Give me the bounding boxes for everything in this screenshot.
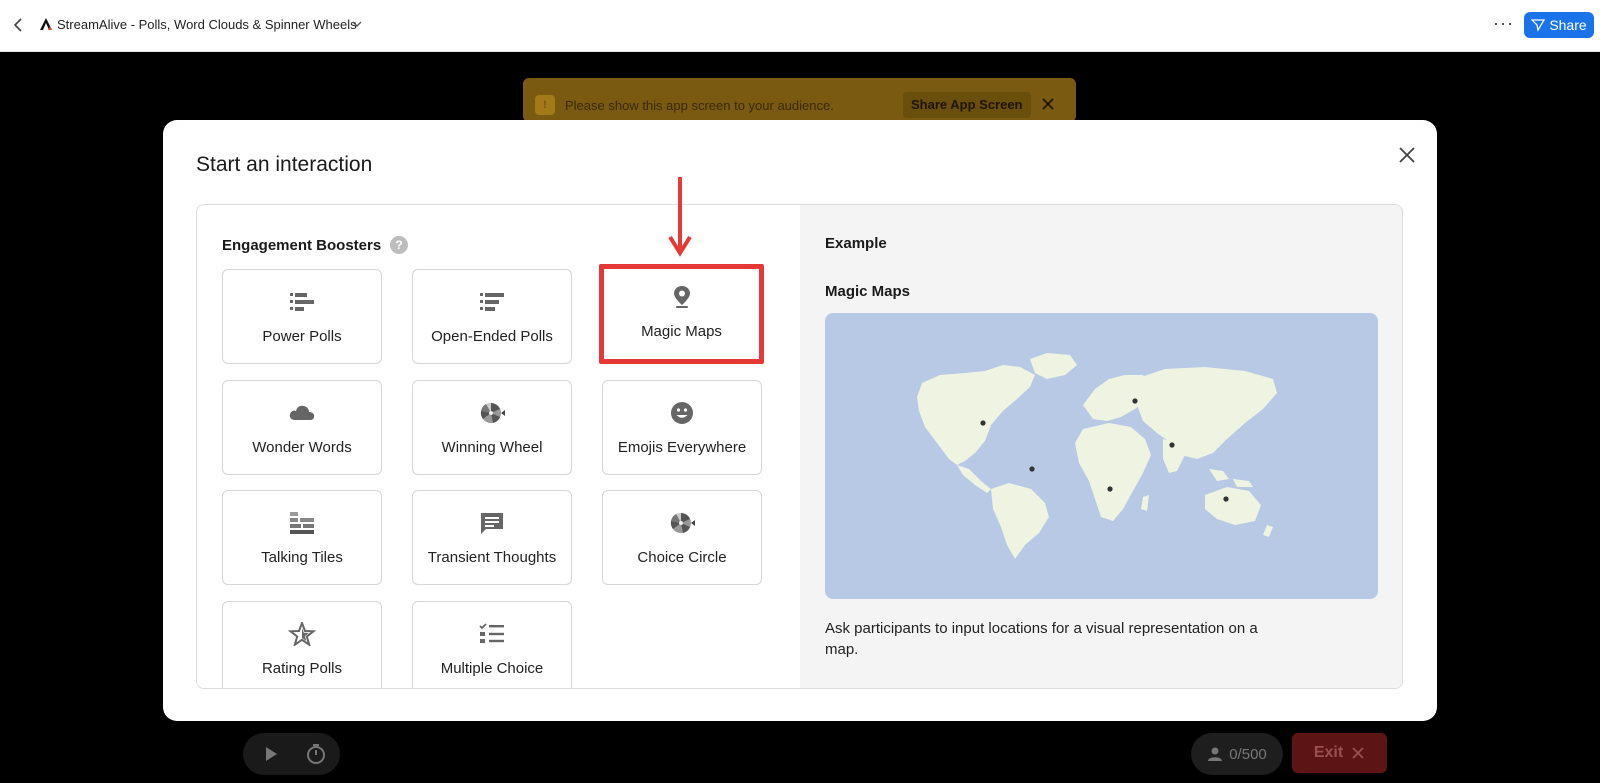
location-marker <box>1169 442 1175 448</box>
chat-bubble-icon <box>481 513 503 534</box>
tile-talking-tiles[interactable]: Talking Tiles <box>222 490 382 585</box>
tile-label: Magic Maps <box>641 323 722 340</box>
tile-winning-wheel[interactable]: Winning Wheel <box>412 380 572 475</box>
banner-message: Please show this app screen to your audi… <box>565 98 834 113</box>
example-name: Magic Maps <box>825 283 911 300</box>
interaction-list: Engagement Boosters ? Power Polls Open-E… <box>197 205 800 688</box>
chevron-down-icon[interactable] <box>351 18 363 30</box>
info-icon: ! <box>535 95 555 115</box>
tile-multiple-choice[interactable]: Multiple Choice <box>412 601 572 688</box>
example-description: Ask participants to input locations for … <box>825 620 1258 658</box>
tile-open-ended-polls[interactable]: Open-Ended Polls <box>412 269 572 364</box>
world-map-preview <box>825 313 1378 599</box>
start-interaction-modal: Start an interaction Engagement Boosters… <box>163 120 1437 721</box>
star-icon <box>288 622 316 646</box>
tile-label: Power Polls <box>262 328 342 345</box>
tile-magic-maps[interactable]: Magic Maps <box>599 264 764 364</box>
back-arrow-icon[interactable] <box>8 14 28 36</box>
location-marker <box>1029 466 1035 472</box>
section-title: Engagement Boosters <box>222 237 382 254</box>
more-options-button[interactable]: ··· <box>1493 14 1513 36</box>
cloud-icon <box>289 405 315 420</box>
tile-wonder-words[interactable]: Wonder Words <box>222 380 382 475</box>
share-button-label: Share <box>1549 17 1587 33</box>
tile-label: Choice Circle <box>637 549 727 566</box>
participant-count: 0/500 <box>1191 733 1283 775</box>
spinner-wheel-icon <box>670 512 695 533</box>
tile-rating-polls[interactable]: Rating Polls <box>222 601 382 688</box>
close-icon <box>1352 747 1364 759</box>
app-header: StreamAlive - Polls, Word Clouds & Spinn… <box>0 0 1600 52</box>
share-screen-banner: ! Please show this app screen to your au… <box>523 78 1076 122</box>
smiley-icon <box>671 402 693 424</box>
example-preview: Example Magic Maps Ask participants to i… <box>800 205 1402 688</box>
tile-emojis-everywhere[interactable]: Emojis Everywhere <box>602 380 762 475</box>
tile-label: Open-Ended Polls <box>431 328 553 345</box>
modal-title: Start an interaction <box>196 153 373 176</box>
exit-button-label: Exit <box>1313 744 1344 761</box>
world-map-illustration <box>917 353 1277 559</box>
location-marker <box>1107 486 1113 492</box>
tile-transient-thoughts[interactable]: Transient Thoughts <box>412 490 572 585</box>
annotation-arrow-icon <box>668 177 692 257</box>
streamalive-logo-icon <box>40 18 52 30</box>
close-icon[interactable] <box>1396 144 1418 166</box>
location-marker <box>1223 496 1229 502</box>
tile-label: Talking Tiles <box>261 549 343 566</box>
numbered-list-icon <box>480 293 504 311</box>
timer-icon[interactable] <box>305 743 327 765</box>
spinner-wheel-icon <box>480 402 505 423</box>
numbered-list-icon <box>290 293 314 311</box>
tile-label: Winning Wheel <box>441 439 543 456</box>
tile-label: Wonder Words <box>252 439 352 456</box>
playback-controls <box>243 733 340 775</box>
tiles-icon <box>290 512 314 534</box>
share-app-screen-button[interactable]: Share App Screen <box>903 92 1031 118</box>
tile-power-polls[interactable]: Power Polls <box>222 269 382 364</box>
map-pin-icon <box>673 286 690 308</box>
send-icon <box>1531 19 1546 32</box>
checklist-icon <box>479 623 504 643</box>
example-heading: Example <box>825 235 887 252</box>
tile-label: Rating Polls <box>261 660 343 677</box>
play-icon[interactable] <box>261 744 281 764</box>
tile-label: Multiple Choice <box>440 660 544 677</box>
modal-body: Engagement Boosters ? Power Polls Open-E… <box>196 204 1403 689</box>
app-title[interactable]: StreamAlive - Polls, Word Clouds & Spinn… <box>57 17 357 32</box>
user-icon <box>1208 747 1223 761</box>
location-marker <box>1132 398 1138 404</box>
location-marker <box>980 420 986 426</box>
close-icon[interactable] <box>1041 97 1055 111</box>
participant-count-label: 0/500 <box>1229 745 1267 763</box>
help-icon[interactable]: ? <box>390 236 408 254</box>
tile-label: Transient Thoughts <box>427 549 557 566</box>
share-button[interactable]: Share <box>1524 12 1594 38</box>
exit-button[interactable]: Exit <box>1292 733 1387 773</box>
tile-choice-circle[interactable]: Choice Circle <box>602 490 762 585</box>
tile-label: Emojis Everywhere <box>617 439 747 456</box>
